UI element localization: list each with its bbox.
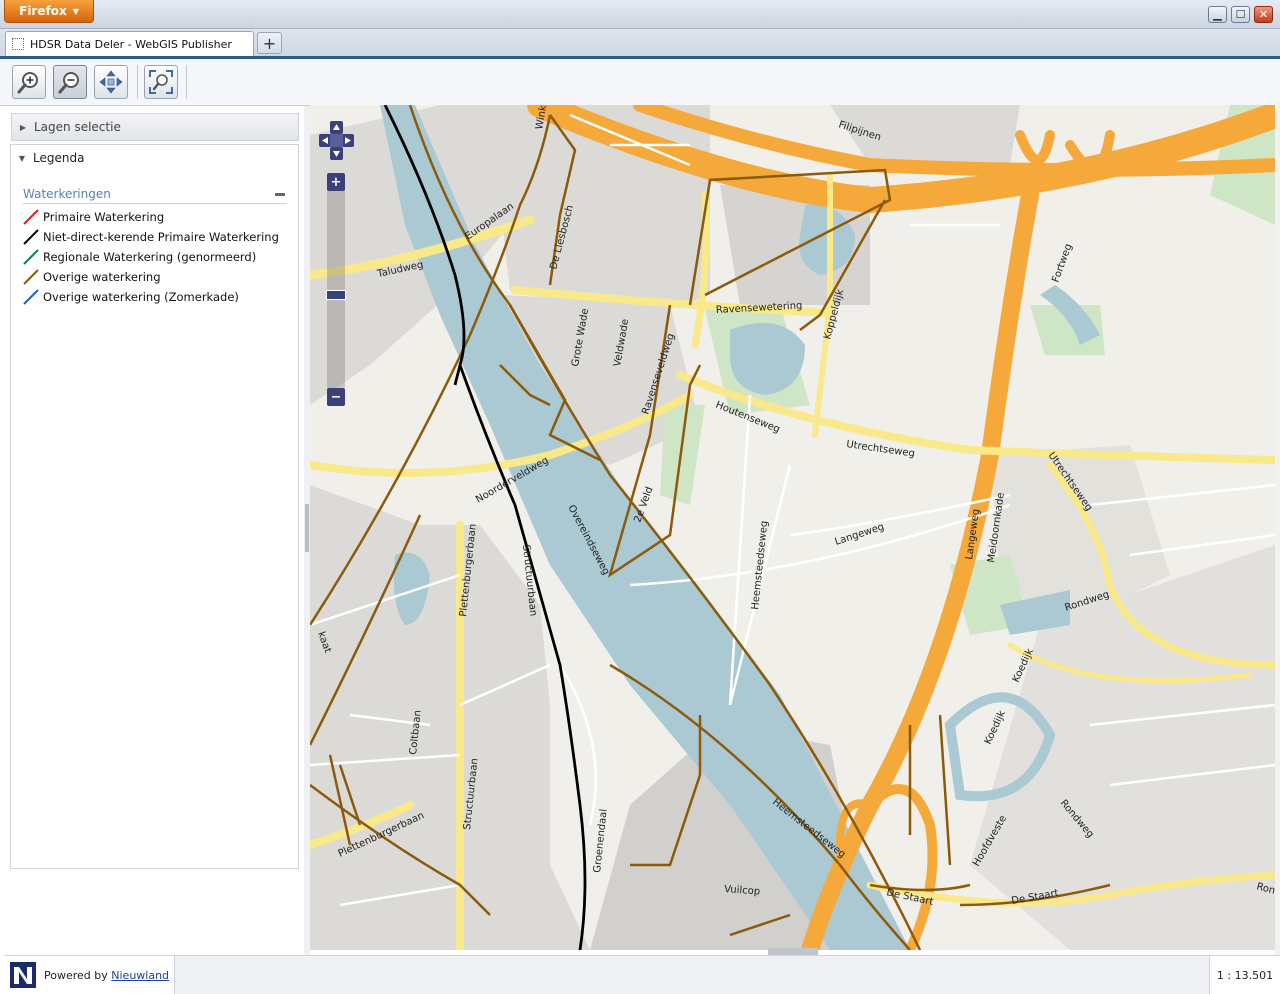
- powered-by-text: Powered by Nieuwland: [44, 969, 169, 982]
- page-favicon-icon: [12, 38, 24, 50]
- right-edge: [1275, 105, 1280, 955]
- nieuwland-link[interactable]: Nieuwland: [111, 969, 169, 982]
- legend-item: Overige waterkering: [23, 267, 279, 287]
- legend-item: Niet-direct-kerende Primaire Waterkering: [23, 227, 279, 247]
- map-view[interactable]: Filipijnen Winkel Europalaan De Liesbosc…: [310, 105, 1275, 950]
- legend-group-title: Waterkeringen: [23, 187, 111, 201]
- browser-tabbar: HDSR Data Deler - WebGIS Publisher +: [0, 29, 1280, 56]
- legend-title: Legenda: [33, 151, 85, 165]
- browser-titlebar: Firefox ▼ ▁ ☐ ✕: [0, 0, 1280, 29]
- toolbar-separator: [186, 65, 187, 99]
- left-panel: ▶ Lagen selectie ▼ Legenda Waterkeringen…: [4, 106, 304, 955]
- minimize-button[interactable]: ▁: [1208, 6, 1227, 23]
- nieuwland-logo-icon: [10, 962, 36, 988]
- maximize-button[interactable]: ☐: [1231, 6, 1250, 23]
- legend-item-label: Niet-direct-kerende Primaire Waterkering: [43, 230, 279, 244]
- legend-line-symbol-icon: [23, 249, 39, 265]
- close-window-button[interactable]: ✕: [1254, 6, 1273, 23]
- map-zoom-out-button[interactable]: −: [327, 388, 345, 406]
- splitter-collapse-handle[interactable]: [305, 504, 309, 552]
- legend-item: Regionale Waterkering (genormeerd): [23, 247, 279, 267]
- tab-title: HDSR Data Deler - WebGIS Publisher: [30, 37, 232, 51]
- zoom-in-tool-button[interactable]: [12, 65, 46, 99]
- bottom-panel-handle[interactable]: [768, 948, 818, 955]
- footer-credits: Powered by Nieuwland: [4, 956, 175, 994]
- legend-line-symbol-icon: [23, 269, 39, 285]
- layer-selection-header[interactable]: ▶ Lagen selectie: [11, 113, 299, 141]
- legend-item-label: Overige waterkering: [43, 270, 161, 284]
- map-canvas[interactable]: Filipijnen Winkel Europalaan De Liesbosc…: [310, 105, 1275, 950]
- legend-item-label: Primaire Waterkering: [43, 210, 165, 224]
- full-extent-button[interactable]: [144, 65, 178, 99]
- layer-selection-title: Lagen selectie: [34, 120, 121, 134]
- collapse-icon[interactable]: [275, 192, 285, 196]
- legend-line-symbol-icon: [23, 229, 39, 245]
- full-extent-icon: [149, 70, 173, 94]
- legend-group-header: Waterkeringen: [23, 185, 287, 204]
- legend-line-symbol-icon: [23, 209, 39, 225]
- new-tab-button[interactable]: +: [257, 32, 282, 54]
- chevron-down-icon: ▼: [18, 153, 26, 163]
- pan-tool-button[interactable]: [94, 65, 128, 99]
- legend-panel: ▼ Legenda Waterkeringen Primaire Waterke…: [10, 144, 299, 869]
- legend-item-label: Overige waterkering (Zomerkade): [43, 290, 239, 304]
- legend-line-symbol-icon: [23, 289, 39, 305]
- legend-header[interactable]: ▼ Legenda: [11, 145, 298, 171]
- legend-item: Primaire Waterkering: [23, 207, 279, 227]
- map-zoom-in-button[interactable]: +: [327, 173, 345, 191]
- zoom-out-tool-button[interactable]: [53, 65, 87, 99]
- footer-bar: Powered by Nieuwland 1 : 13.501: [4, 955, 1280, 994]
- pan-control[interactable]: [319, 121, 354, 161]
- legend-item-label: Regionale Waterkering (genormeerd): [43, 250, 257, 264]
- chevron-right-icon: ▶: [19, 122, 27, 132]
- zoom-slider-handle[interactable]: [326, 290, 346, 300]
- firefox-menu-button[interactable]: Firefox ▼: [4, 0, 94, 23]
- map-scale: 1 : 13.501: [1209, 956, 1280, 994]
- pan-arrows-icon: [99, 70, 123, 94]
- legend-item: Overige waterkering (Zomerkade): [23, 287, 279, 307]
- browser-tab[interactable]: HDSR Data Deler - WebGIS Publisher: [5, 31, 254, 56]
- legend-list: Primaire Waterkering Niet-direct-kerende …: [23, 207, 279, 307]
- magnifier-plus-icon: [17, 72, 38, 94]
- chevron-down-icon: ▼: [72, 6, 79, 16]
- toolbar-separator: [137, 65, 138, 99]
- map-toolbar: [0, 59, 1280, 106]
- firefox-menu-label: Firefox: [19, 4, 67, 18]
- magnifier-minus-icon: [58, 72, 79, 94]
- powered-by-label: Powered by: [44, 968, 112, 982]
